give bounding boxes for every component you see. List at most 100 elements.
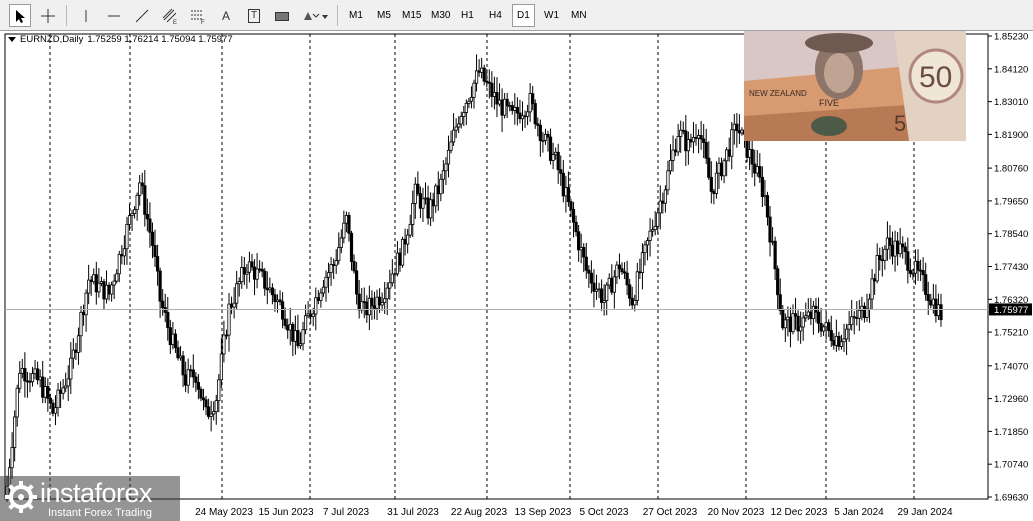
candle-body: [523, 115, 527, 118]
horizontal-line-tool[interactable]: [104, 4, 124, 27]
candle-body: [436, 185, 440, 195]
timeframe-d1[interactable]: D1: [512, 4, 535, 27]
trendline-tool[interactable]: [132, 4, 152, 27]
timeframe-h4[interactable]: H4: [485, 4, 506, 27]
candle-body: [852, 316, 856, 319]
timeframe-m30[interactable]: M30: [427, 4, 454, 27]
candle-body: [842, 338, 846, 343]
candle-body: [469, 96, 474, 102]
candle-body: [186, 369, 190, 386]
candle-body: [520, 115, 525, 120]
timeframe-mn[interactable]: MN: [567, 4, 591, 27]
candle-body: [913, 260, 918, 274]
candle-body: [566, 187, 571, 203]
timeframe-m1[interactable]: M1: [345, 4, 367, 27]
candle-body: [666, 170, 670, 191]
candle-body: [25, 380, 30, 383]
candle-body: [462, 112, 466, 117]
text-label-tool[interactable]: T: [244, 4, 264, 27]
candle-body: [638, 271, 642, 274]
rectangle-tool[interactable]: [271, 4, 293, 27]
candle-body: [23, 368, 27, 382]
crosshair-tool[interactable]: [37, 4, 59, 27]
text-tool[interactable]: A: [217, 4, 235, 27]
timeframe-m15[interactable]: M15: [398, 4, 425, 27]
candle-body: [788, 316, 793, 333]
candle-body: [135, 194, 139, 210]
cursor-tool[interactable]: [9, 4, 31, 27]
candle-body: [365, 301, 369, 316]
candle-body: [617, 264, 622, 270]
candle-body: [429, 199, 433, 219]
candle-body: [125, 223, 129, 250]
candle-body: [770, 240, 775, 243]
candle-body: [107, 284, 111, 295]
candle-body: [245, 271, 249, 275]
vertical-line-tool[interactable]: [77, 4, 95, 27]
candle-body: [773, 240, 777, 270]
candle-body: [252, 266, 257, 280]
y-tick-label: 1.75210: [994, 328, 1028, 339]
x-tick-label: 31 Jul 2023: [387, 507, 439, 518]
candle-body: [194, 376, 198, 383]
candle-body: [222, 334, 226, 355]
candle-body: [686, 139, 690, 152]
candle-body: [467, 100, 471, 104]
candle-body: [487, 81, 491, 84]
candle-body: [791, 313, 795, 333]
collapse-triangle-icon[interactable]: [8, 37, 16, 42]
candle-body: [390, 273, 394, 284]
candle-body: [13, 416, 17, 448]
candle-body: [309, 313, 313, 317]
candle-body: [418, 193, 423, 209]
candle-body: [546, 133, 550, 138]
chart-area[interactable]: 24 May 2023 15 Jun 2023 7 Jul 2023 31 Jul 2…: [0, 31, 1033, 521]
candle-body: [189, 369, 193, 372]
candle-body: [168, 327, 172, 346]
candle-body: [413, 183, 417, 204]
x-tick-label: 5 Oct 2023: [580, 507, 629, 518]
candle-body: [66, 378, 70, 387]
candle-body: [247, 261, 252, 273]
x-tick-label: 29 Jan 2024: [897, 507, 952, 518]
candle-body: [434, 185, 438, 207]
candle-body: [360, 301, 364, 311]
candle-body: [801, 317, 805, 328]
candle-body: [28, 380, 32, 383]
candle-body: [166, 312, 170, 329]
candle-body: [477, 70, 481, 73]
timeframe-w1[interactable]: W1: [540, 4, 563, 27]
candle-body: [503, 98, 507, 116]
candle-body: [730, 129, 734, 157]
timeframe-m5[interactable]: M5: [373, 4, 395, 27]
candle-body: [602, 300, 606, 303]
candle-body: [181, 355, 185, 376]
candle-body: [110, 284, 114, 295]
candle-body: [61, 387, 65, 394]
candle-body: [406, 234, 410, 245]
candle-body: [663, 189, 667, 204]
candle-body: [786, 316, 790, 321]
candle-body: [704, 142, 708, 159]
candle-body: [525, 111, 530, 117]
candle-body: [265, 287, 269, 291]
banknotes-photo: 50 NEW ZEALAND FIVE 5: [744, 31, 966, 141]
candle-body: [122, 248, 126, 257]
candle-body: [426, 197, 430, 219]
candle-body: [847, 324, 851, 330]
equidistant-channel-tool[interactable]: E: [160, 4, 180, 27]
rectangle-icon: [275, 11, 289, 21]
candle-body: [311, 313, 315, 317]
candle-body: [242, 267, 246, 275]
candle-body: [763, 195, 767, 198]
candle-body: [324, 276, 328, 288]
current-price-label: 1.75977: [994, 305, 1028, 316]
x-tick-label: 27 Oct 2023: [643, 507, 698, 518]
timeframe-h1[interactable]: H1: [457, 4, 478, 27]
candle-body: [577, 231, 581, 251]
candle-body: [319, 292, 323, 301]
candle-body: [362, 301, 366, 304]
fibonacci-retracement-tool[interactable]: F: [187, 4, 209, 27]
candle-body: [207, 406, 211, 417]
shapes-dropdown-tool[interactable]: [300, 4, 330, 27]
